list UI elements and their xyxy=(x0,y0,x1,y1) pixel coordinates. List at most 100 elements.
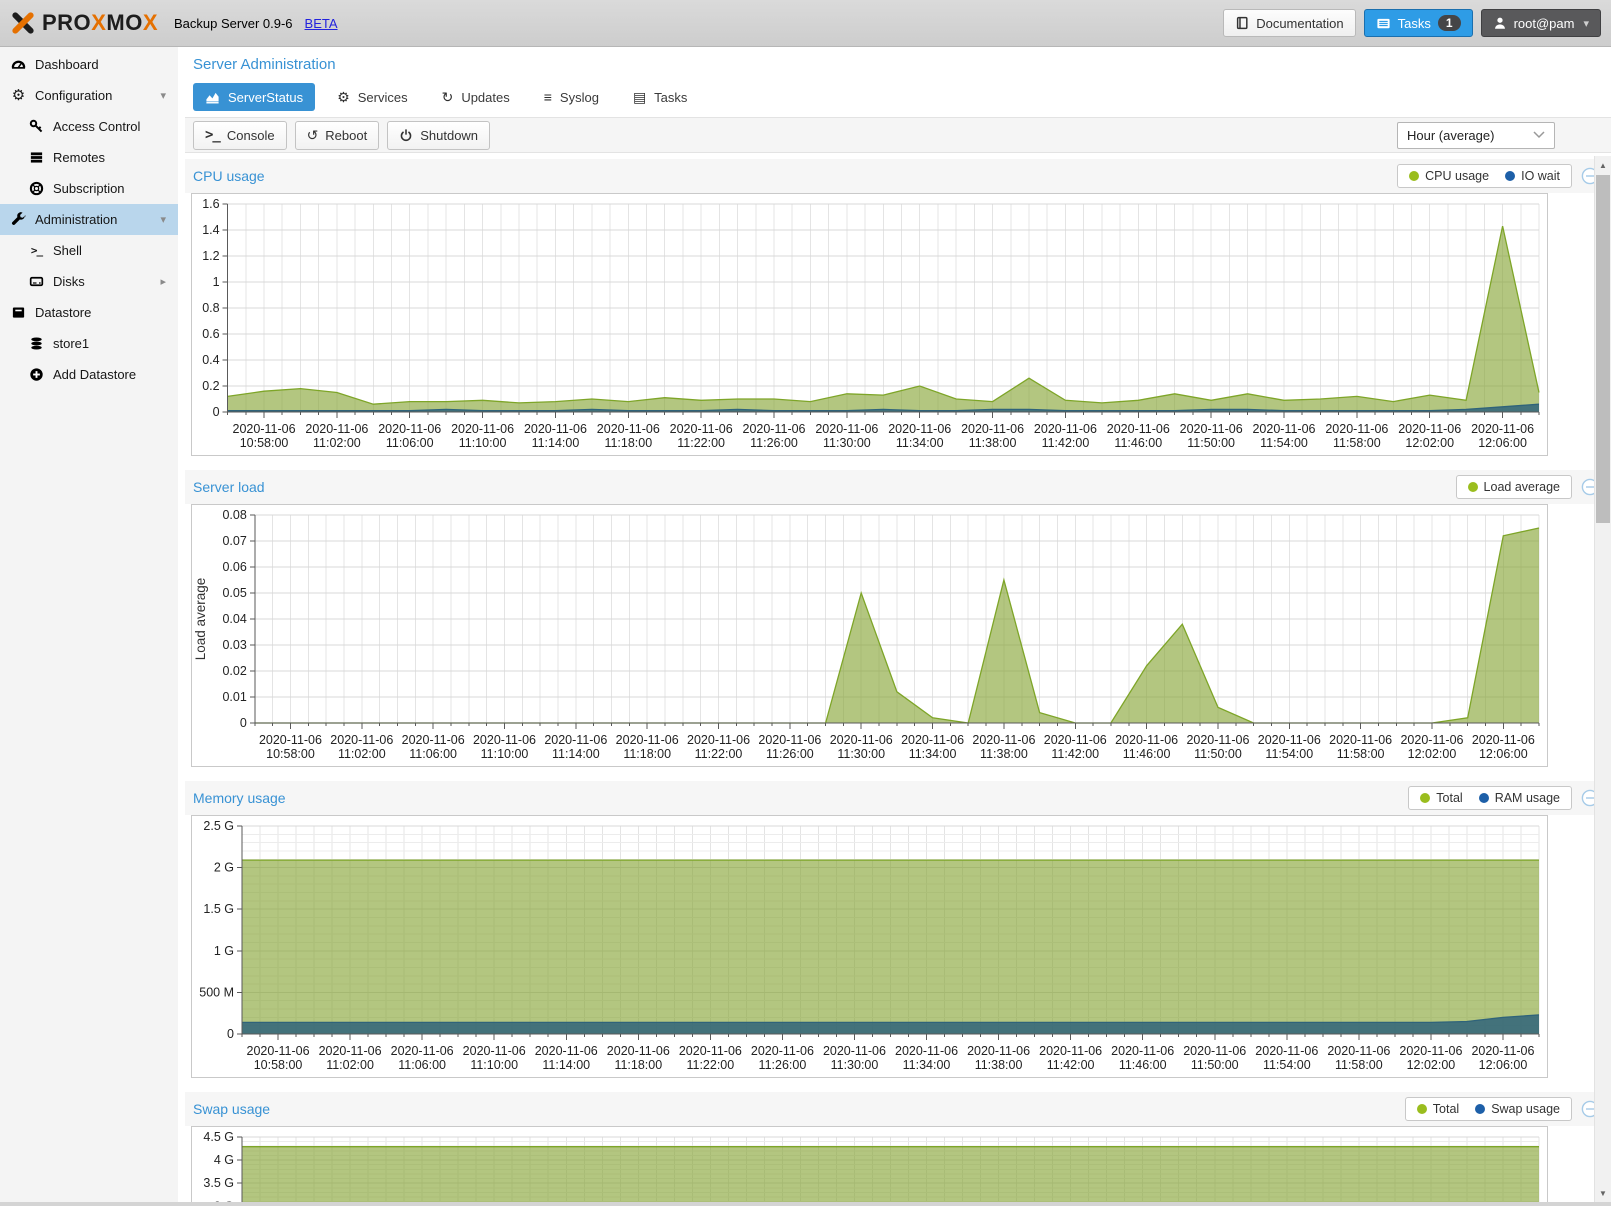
sidebar-item-store1[interactable]: store1 xyxy=(0,328,178,359)
svg-text:2020-11-06: 2020-11-06 xyxy=(1044,733,1107,747)
tab-serverstatus[interactable]: ServerStatus xyxy=(193,83,315,111)
svg-text:2020-11-06: 2020-11-06 xyxy=(1255,1044,1318,1058)
sidebar-item-access-control[interactable]: Access Control xyxy=(0,111,178,142)
svg-text:4.5 G: 4.5 G xyxy=(203,1130,234,1144)
server-list-icon xyxy=(28,149,45,166)
legend-item[interactable]: CPU usage xyxy=(1409,169,1489,183)
scroll-up-arrow[interactable]: ▲ xyxy=(1595,157,1611,173)
server-load-chart: 00.010.020.030.040.050.060.070.082020-11… xyxy=(191,504,1548,767)
svg-text:2020-11-06: 2020-11-06 xyxy=(391,1044,454,1058)
svg-text:1.4: 1.4 xyxy=(202,223,219,237)
sidebar-item-label: Shell xyxy=(53,243,82,258)
terminal-icon: >_ xyxy=(205,128,220,142)
svg-text:2020-11-06: 2020-11-06 xyxy=(1186,733,1249,747)
tasks-button[interactable]: Tasks 1 xyxy=(1364,9,1473,37)
scrollbar-thumb[interactable] xyxy=(1596,175,1610,523)
svg-text:11:02:00: 11:02:00 xyxy=(326,1058,374,1072)
legend-dot xyxy=(1420,793,1430,803)
legend-item[interactable]: Swap usage xyxy=(1475,1102,1560,1116)
chevron-down-icon[interactable]: ▾ xyxy=(160,213,166,226)
svg-text:1.6: 1.6 xyxy=(202,197,219,211)
svg-text:2020-11-06: 2020-11-06 xyxy=(319,1044,382,1058)
svg-text:12:06:00: 12:06:00 xyxy=(1479,747,1528,761)
documentation-button[interactable]: Documentation xyxy=(1223,9,1355,37)
svg-text:2020-11-06: 2020-11-06 xyxy=(751,1044,814,1058)
svg-text:2020-11-06: 2020-11-06 xyxy=(967,1044,1030,1058)
tab-bar: ServerStatus ⚙ Services ↻ Updates ≡ Sysl… xyxy=(185,79,1611,117)
legend-item[interactable]: Load average xyxy=(1468,480,1560,494)
svg-text:2020-11-06: 2020-11-06 xyxy=(1327,1044,1390,1058)
sidebar-item-label: Configuration xyxy=(35,88,112,103)
tab-syslog[interactable]: ≡ Syslog xyxy=(532,83,611,111)
top-actions: Documentation Tasks 1 root@pam ▾ xyxy=(1223,9,1601,37)
wrench-icon xyxy=(10,211,27,228)
svg-text:2020-11-06: 2020-11-06 xyxy=(616,733,679,747)
sidebar-item-administration[interactable]: Administration ▾ xyxy=(0,204,178,235)
sidebar-item-remotes[interactable]: Remotes xyxy=(0,142,178,173)
legend-label: Total xyxy=(1436,791,1462,805)
sidebar-item-shell[interactable]: >_ Shell xyxy=(0,235,178,266)
chart-legend: Load average xyxy=(1456,475,1572,499)
svg-text:11:42:00: 11:42:00 xyxy=(1042,436,1090,450)
svg-text:11:26:00: 11:26:00 xyxy=(759,1058,807,1072)
sidebar-item-label: Administration xyxy=(35,212,117,227)
user-menu-button[interactable]: root@pam ▾ xyxy=(1481,9,1601,37)
timeframe-select[interactable]: Hour (average) xyxy=(1397,122,1555,149)
svg-text:2020-11-06: 2020-11-06 xyxy=(524,422,587,436)
power-icon xyxy=(399,128,413,142)
panel-title: CPU usage xyxy=(193,168,265,184)
svg-text:2020-11-06: 2020-11-06 xyxy=(259,733,322,747)
legend-item[interactable]: IO wait xyxy=(1505,169,1560,183)
beta-link[interactable]: BETA xyxy=(305,16,338,31)
svg-text:500 M: 500 M xyxy=(199,985,234,999)
sidebar-item-configuration[interactable]: ⚙ Configuration ▾ xyxy=(0,80,178,111)
legend-dot xyxy=(1409,171,1419,181)
svg-text:2020-11-06: 2020-11-06 xyxy=(961,422,1024,436)
chart-svg: 0500 M1 G1.5 G2 G2.5 G3 G3.5 G4 G4.5 G20… xyxy=(192,1127,1547,1202)
legend-item[interactable]: RAM usage xyxy=(1479,791,1560,805)
sidebar-item-dashboard[interactable]: Dashboard xyxy=(0,49,178,80)
legend-dot xyxy=(1479,793,1489,803)
sidebar-item-datastore[interactable]: Datastore xyxy=(0,297,178,328)
legend-label: IO wait xyxy=(1521,169,1560,183)
chevron-down-icon: ▾ xyxy=(1583,17,1589,30)
svg-text:11:50:00: 11:50:00 xyxy=(1191,1058,1239,1072)
svg-text:11:06:00: 11:06:00 xyxy=(398,1058,446,1072)
svg-text:11:14:00: 11:14:00 xyxy=(542,1058,590,1072)
legend-item[interactable]: Total xyxy=(1420,791,1462,805)
cpu-usage-panel: CPU usage CPU usageIO wait 00.20.40.60.8… xyxy=(185,159,1611,456)
shutdown-button[interactable]: Shutdown xyxy=(387,121,490,150)
scroll-down-arrow[interactable]: ▼ xyxy=(1595,1185,1611,1201)
svg-text:2020-11-06: 2020-11-06 xyxy=(378,422,441,436)
svg-text:11:50:00: 11:50:00 xyxy=(1194,747,1242,761)
svg-text:11:30:00: 11:30:00 xyxy=(831,1058,879,1072)
proxmox-logo-text: PROXMOX xyxy=(42,10,158,36)
sidebar-item-subscription[interactable]: Subscription xyxy=(0,173,178,204)
svg-text:2020-11-06: 2020-11-06 xyxy=(1399,1044,1462,1058)
sidebar: Dashboard ⚙ Configuration ▾ Access Contr… xyxy=(0,47,178,1202)
svg-text:0.4: 0.4 xyxy=(202,353,219,367)
svg-text:10:58:00: 10:58:00 xyxy=(240,436,289,450)
chevron-right-icon[interactable]: ▸ xyxy=(160,275,166,288)
tab-updates[interactable]: ↻ Updates xyxy=(430,83,522,111)
svg-text:2020-11-06: 2020-11-06 xyxy=(901,733,964,747)
console-button[interactable]: >_ Console xyxy=(193,121,287,150)
svg-text:0.08: 0.08 xyxy=(222,508,246,522)
database-icon xyxy=(28,335,45,352)
legend-item[interactable]: Total xyxy=(1417,1102,1459,1116)
sidebar-item-label: Subscription xyxy=(53,181,125,196)
legend-dot xyxy=(1475,1104,1485,1114)
reboot-button[interactable]: ↺ Reboot xyxy=(295,121,380,150)
chevron-down-icon[interactable]: ▾ xyxy=(160,89,166,102)
svg-text:2020-11-06: 2020-11-06 xyxy=(597,422,660,436)
svg-text:2020-11-06: 2020-11-06 xyxy=(1252,422,1315,436)
sidebar-item-disks[interactable]: Disks ▸ xyxy=(0,266,178,297)
svg-text:2020-11-06: 2020-11-06 xyxy=(1180,422,1243,436)
vertical-scrollbar[interactable]: ▲ ▼ xyxy=(1594,156,1611,1202)
tab-tasks[interactable]: ▤ Tasks xyxy=(621,83,699,111)
key-icon xyxy=(28,118,45,135)
svg-text:0.02: 0.02 xyxy=(222,664,246,678)
sidebar-item-add-datastore[interactable]: Add Datastore xyxy=(0,359,178,390)
charts-scroll-area: CPU usage CPU usageIO wait 00.20.40.60.8… xyxy=(185,153,1611,1202)
tab-services[interactable]: ⚙ Services xyxy=(325,83,419,111)
